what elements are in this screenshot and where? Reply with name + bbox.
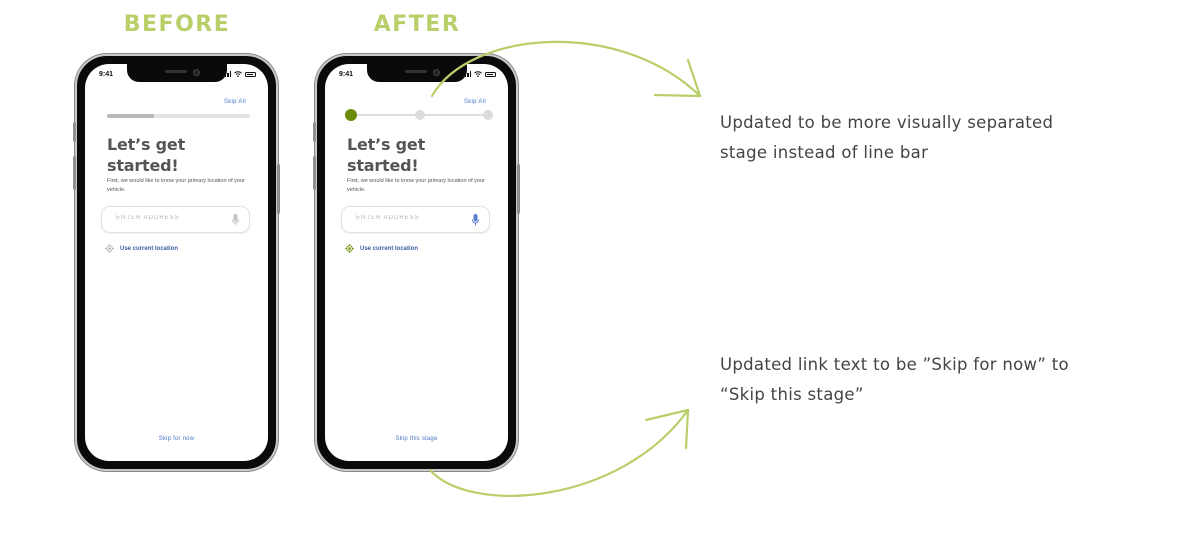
annotation-link-text: Updated link text to be ”Skip for now” t… — [720, 355, 1069, 404]
curved-arrow-icon — [430, 40, 702, 98]
annotation-stage-indicator: Updated to be more visually separated st… — [720, 113, 1054, 162]
annotation-arrows — [428, 40, 702, 497]
curved-arrow-icon — [428, 408, 690, 497]
